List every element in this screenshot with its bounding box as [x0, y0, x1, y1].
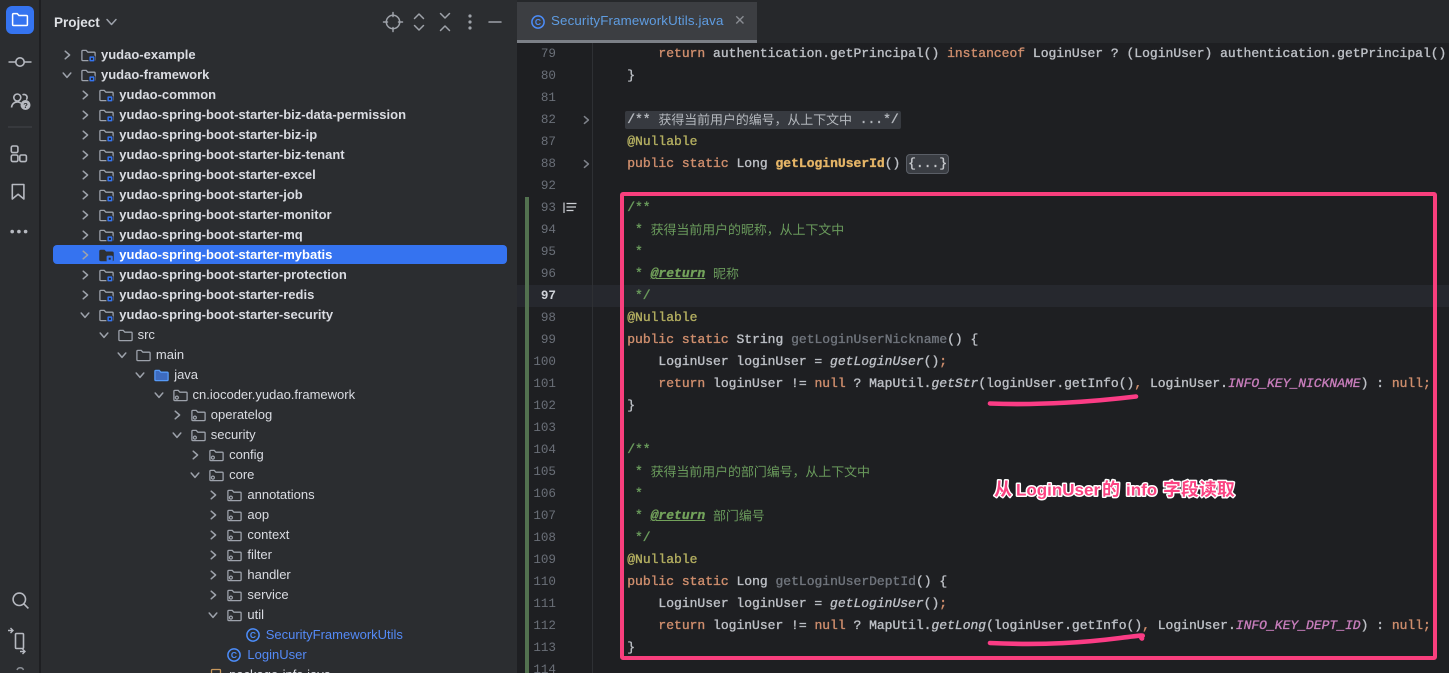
svg-text:info: info [1126, 481, 1157, 500]
svg-text:LoginUser: LoginUser [1016, 481, 1100, 500]
